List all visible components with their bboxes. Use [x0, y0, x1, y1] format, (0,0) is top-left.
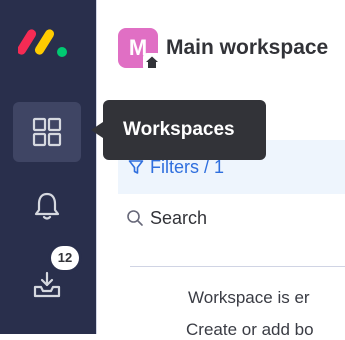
workspace-name: Main workspace	[166, 36, 329, 59]
workspaces-tooltip: Workspaces	[103, 100, 266, 160]
workspace-header[interactable]: M Main workspace	[118, 28, 329, 71]
notifications-button[interactable]	[13, 176, 81, 236]
tooltip-label: Workspaces	[123, 119, 235, 140]
search-placeholder: Search	[150, 207, 208, 228]
search-input[interactable]: Search	[126, 200, 207, 236]
workspaces-grid-icon	[32, 117, 62, 147]
left-rail: 12	[0, 0, 96, 334]
bell-icon	[34, 192, 60, 220]
list-divider	[130, 266, 345, 267]
empty-state-text: Workspace is er	[188, 288, 310, 307]
workspace-avatar: M	[118, 28, 161, 71]
inbox-download-icon	[33, 271, 61, 298]
workspaces-button[interactable]	[13, 102, 81, 162]
home-badge	[143, 53, 161, 71]
search-icon	[127, 210, 143, 226]
filter-icon	[128, 160, 144, 174]
tooltip-arrow	[91, 122, 103, 138]
monday-logo-icon[interactable]	[18, 22, 78, 62]
inbox-count-badge: 12	[51, 246, 79, 270]
rail-border	[96, 0, 97, 334]
home-icon	[146, 56, 158, 68]
empty-state-hint: Create or add bo	[186, 320, 314, 339]
